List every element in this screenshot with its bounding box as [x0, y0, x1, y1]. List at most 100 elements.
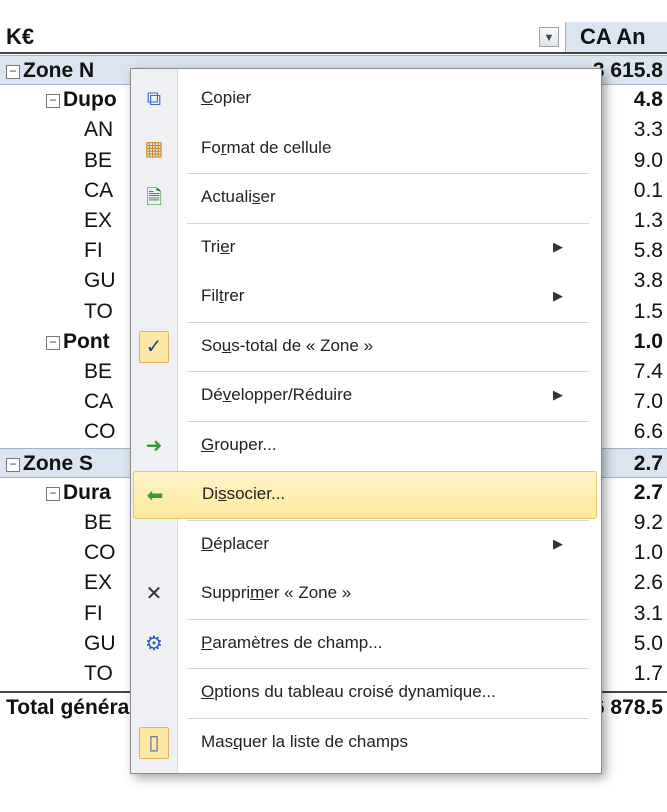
label-part: So: [201, 335, 222, 355]
row-label-text: Zone S: [23, 451, 94, 475]
collapse-toggle-icon[interactable]: −: [46, 486, 60, 501]
row-value: 2.7: [633, 480, 663, 504]
submenu-arrow-icon: ▶: [553, 535, 563, 551]
row-label-text: Pont: [63, 329, 110, 353]
row-label: CO: [84, 420, 116, 444]
label-part: er « Zone »: [264, 583, 352, 602]
menu-item-déplacer[interactable]: Déplacer ▶: [133, 521, 597, 569]
grand-total-label: Total général: [6, 696, 136, 720]
row-label: BE: [84, 149, 112, 173]
row-labels-header: K€: [6, 24, 35, 49]
row-label: FI: [84, 239, 103, 263]
row-value: 3.3: [633, 118, 663, 142]
row-label-text: Dura: [63, 480, 111, 504]
menu-item-options-du-tableau-croisé-dynamique[interactable]: Options du tableau croisé dynamique...: [133, 669, 597, 717]
label-part: rouper...: [214, 434, 277, 454]
menu-item-dissocier[interactable]: ⬅ Dissocier...: [133, 471, 597, 519]
menu-item-label: Paramètres de champ...: [201, 633, 382, 653]
row-label: BE: [84, 511, 112, 535]
row-label-text: BE: [84, 148, 113, 172]
row-label-text: GU: [84, 631, 116, 655]
submenu-arrow-icon: ▶: [553, 288, 563, 303]
menu-item-supprimer-zone[interactable]: ✕ Supprimer « Zone »: [133, 570, 597, 618]
row-value: 3 615.8: [592, 59, 663, 82]
row-label: TO: [84, 300, 113, 324]
label-part: Actuali: [201, 187, 253, 206]
row-label-text: BE: [84, 511, 113, 534]
filter-dropdown-button[interactable]: ▼: [539, 27, 559, 47]
context-menu: ⧉ Copier ▦ Format de cellule 🗎 Actualiser Trie…: [130, 68, 602, 774]
menu-item-label: Options du tableau croisé dynamique...: [201, 682, 496, 702]
format-cells-icon: ▦: [144, 137, 164, 160]
label-part: Fil: [201, 286, 219, 305]
menu-item-sous-total-de-zone[interactable]: ✓ Sous-total de « Zone »: [133, 323, 597, 371]
menu-item-développer-réduire[interactable]: Développer/Réduire ▶: [133, 372, 597, 420]
row-value: 5.0: [633, 631, 663, 655]
row-label-text: CA: [84, 178, 114, 202]
row-value: 5.8: [633, 239, 663, 263]
row-label: BE: [84, 360, 112, 384]
row-label: TO: [84, 662, 113, 686]
collapse-toggle-icon[interactable]: −: [6, 457, 20, 472]
collapse-toggle-icon[interactable]: −: [46, 94, 60, 109]
column-header-cell[interactable]: CA An: [565, 22, 667, 52]
access-key: u: [221, 335, 232, 355]
label-part: Suppri: [201, 583, 251, 602]
row-label-text: FI: [84, 239, 103, 263]
menu-item-filtrer[interactable]: Filtrer ▶: [133, 273, 597, 321]
row-label: CA: [84, 179, 113, 203]
row-label-text: CA: [84, 390, 114, 414]
label-part: r: [229, 236, 236, 256]
menu-item-label: Développer/Réduire: [201, 385, 352, 405]
menu-item-trier[interactable]: Trier ▶: [133, 224, 597, 272]
row-value: 6.6: [633, 420, 663, 444]
label-part: Di: [202, 484, 219, 503]
menu-item-format-de-cellule[interactable]: ▦ Format de cellule: [133, 125, 597, 173]
row-label: GU: [84, 632, 116, 656]
field-settings-icon: ⚙: [145, 632, 163, 655]
label-part: aramètres de champ...: [212, 632, 383, 652]
access-key: s: [218, 484, 227, 503]
row-value: 1.3: [633, 209, 663, 232]
row-label-text: GU: [84, 269, 116, 293]
menu-item-label: Dissocier...: [202, 484, 285, 504]
row-label-text: EX: [84, 209, 113, 232]
grand-total-value: 6 878.5: [592, 696, 663, 720]
label-part: Fo: [201, 137, 221, 157]
access-key: s: [252, 187, 261, 206]
menu-item-label: Déplacer: [201, 534, 269, 554]
menu-item-label: Filtrer: [201, 286, 244, 306]
row-label: CO: [84, 541, 116, 565]
label-part: Dé: [201, 385, 223, 404]
menu-item-paramètres-de-champ[interactable]: ⚙ Paramètres de champ...: [133, 620, 597, 668]
menu-item-copier[interactable]: ⧉ Copier: [133, 75, 597, 123]
collapse-toggle-icon[interactable]: −: [46, 335, 60, 350]
menu-item-label: Masquer la liste de champs: [201, 732, 408, 752]
menu-item-actualiser[interactable]: 🗎 Actualiser: [133, 174, 597, 222]
menu-item-label: Grouper...: [201, 435, 277, 455]
menu-item-label: Copier: [201, 88, 251, 108]
label-part: elopper/Réduire: [231, 385, 353, 404]
access-key: e: [220, 236, 230, 256]
row-label: − Dupo: [46, 88, 117, 112]
access-key: G: [201, 434, 215, 454]
label-part: mat de cellule: [226, 137, 332, 157]
submenu-arrow-icon: ▶: [553, 238, 563, 254]
label-part: Mas: [201, 731, 234, 751]
row-label: CA: [84, 390, 113, 414]
menu-item-grouper[interactable]: ➜ Grouper...: [133, 422, 597, 470]
collapse-toggle-icon[interactable]: −: [6, 65, 20, 79]
row-value: 7.4: [633, 360, 663, 383]
label-part: socier...: [226, 484, 286, 503]
row-value: 9.0: [633, 148, 663, 172]
menu-item-masquer-la-liste-de-champs[interactable]: ▯ Masquer la liste de champs: [133, 719, 597, 767]
group-arrow-icon: ➜: [145, 434, 163, 457]
access-key: O: [201, 682, 215, 701]
column-header-label: CA An: [580, 24, 646, 49]
row-label: − Dura: [46, 481, 111, 505]
checkmark-icon: ✓: [139, 330, 169, 363]
row-value: 9.2: [633, 511, 663, 534]
row-value: 0.1: [633, 178, 663, 202]
label-part: Tri: [201, 236, 221, 256]
menu-item-label: Format de cellule: [201, 138, 331, 158]
